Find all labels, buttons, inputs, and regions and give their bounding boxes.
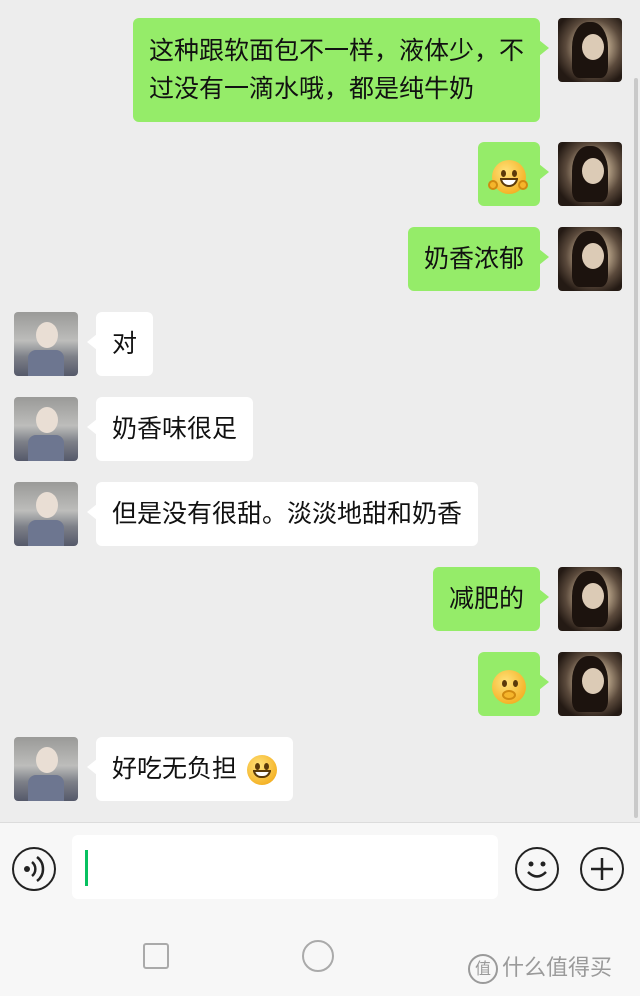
contact-avatar[interactable] bbox=[14, 482, 78, 546]
more-button[interactable] bbox=[580, 847, 624, 891]
chat-area[interactable]: 这种跟软面包不一样，液体少，不 过没有一滴水哦，都是纯牛奶 奶香浓郁 对 奶香味… bbox=[0, 0, 640, 822]
message-text: 减肥的 bbox=[448, 584, 524, 613]
message-text: 这种跟软面包不一样，液体少，不 bbox=[148, 36, 524, 65]
smiley-icon bbox=[527, 861, 547, 878]
my-avatar[interactable] bbox=[558, 652, 622, 716]
message-input[interactable] bbox=[72, 835, 498, 899]
message-text: 过没有一滴水哦，都是纯牛奶 bbox=[148, 74, 474, 103]
system-nav-bar: 值什么值得买 bbox=[0, 914, 640, 996]
home-button[interactable] bbox=[302, 940, 334, 972]
my-avatar[interactable] bbox=[558, 227, 622, 291]
message-bubble[interactable]: 减肥的 bbox=[432, 567, 550, 631]
contact-avatar[interactable] bbox=[14, 737, 78, 801]
my-avatar[interactable] bbox=[558, 142, 622, 206]
message-text: 奶香浓郁 bbox=[423, 244, 524, 273]
scrollbar[interactable] bbox=[634, 78, 638, 818]
emoji-button[interactable] bbox=[515, 847, 559, 891]
message-text: 对 bbox=[112, 329, 138, 358]
thinking-face-icon bbox=[492, 670, 526, 704]
my-avatar[interactable] bbox=[558, 567, 622, 631]
contact-avatar[interactable] bbox=[14, 397, 78, 461]
message-bubble[interactable] bbox=[478, 652, 549, 716]
voice-button[interactable] bbox=[12, 847, 56, 891]
message-bubble[interactable]: 好吃无负担 bbox=[87, 737, 293, 801]
message-bubble[interactable]: 但是没有很甜。淡淡地甜和奶香 bbox=[86, 482, 479, 546]
message-bubble[interactable]: 奶香浓郁 bbox=[407, 227, 550, 291]
hugging-face-icon bbox=[488, 160, 528, 194]
message-text: 好吃无负担 bbox=[112, 754, 238, 783]
watermark-text: 什么值得买 bbox=[502, 956, 613, 981]
input-bar bbox=[0, 822, 640, 914]
plus-icon bbox=[591, 858, 613, 880]
message-bubble[interactable]: 对 bbox=[86, 312, 154, 376]
watermark: 值什么值得买 bbox=[468, 950, 612, 984]
message-text: 奶香味很足 bbox=[112, 414, 238, 443]
message-text: 但是没有很甜。淡淡地甜和奶香 bbox=[112, 499, 463, 528]
recent-apps-button[interactable] bbox=[143, 943, 169, 969]
watermark-badge: 值 bbox=[468, 954, 498, 984]
message-bubble[interactable]: 这种跟软面包不一样，液体少，不 过没有一滴水哦，都是纯牛奶 bbox=[132, 18, 550, 122]
voice-icon bbox=[24, 856, 45, 882]
text-cursor bbox=[85, 850, 88, 886]
contact-avatar[interactable] bbox=[14, 312, 78, 376]
message-bubble[interactable] bbox=[478, 142, 549, 206]
message-bubble[interactable]: 奶香味很足 bbox=[86, 397, 254, 461]
my-avatar[interactable] bbox=[558, 18, 622, 82]
grinning-face-icon bbox=[246, 755, 277, 785]
